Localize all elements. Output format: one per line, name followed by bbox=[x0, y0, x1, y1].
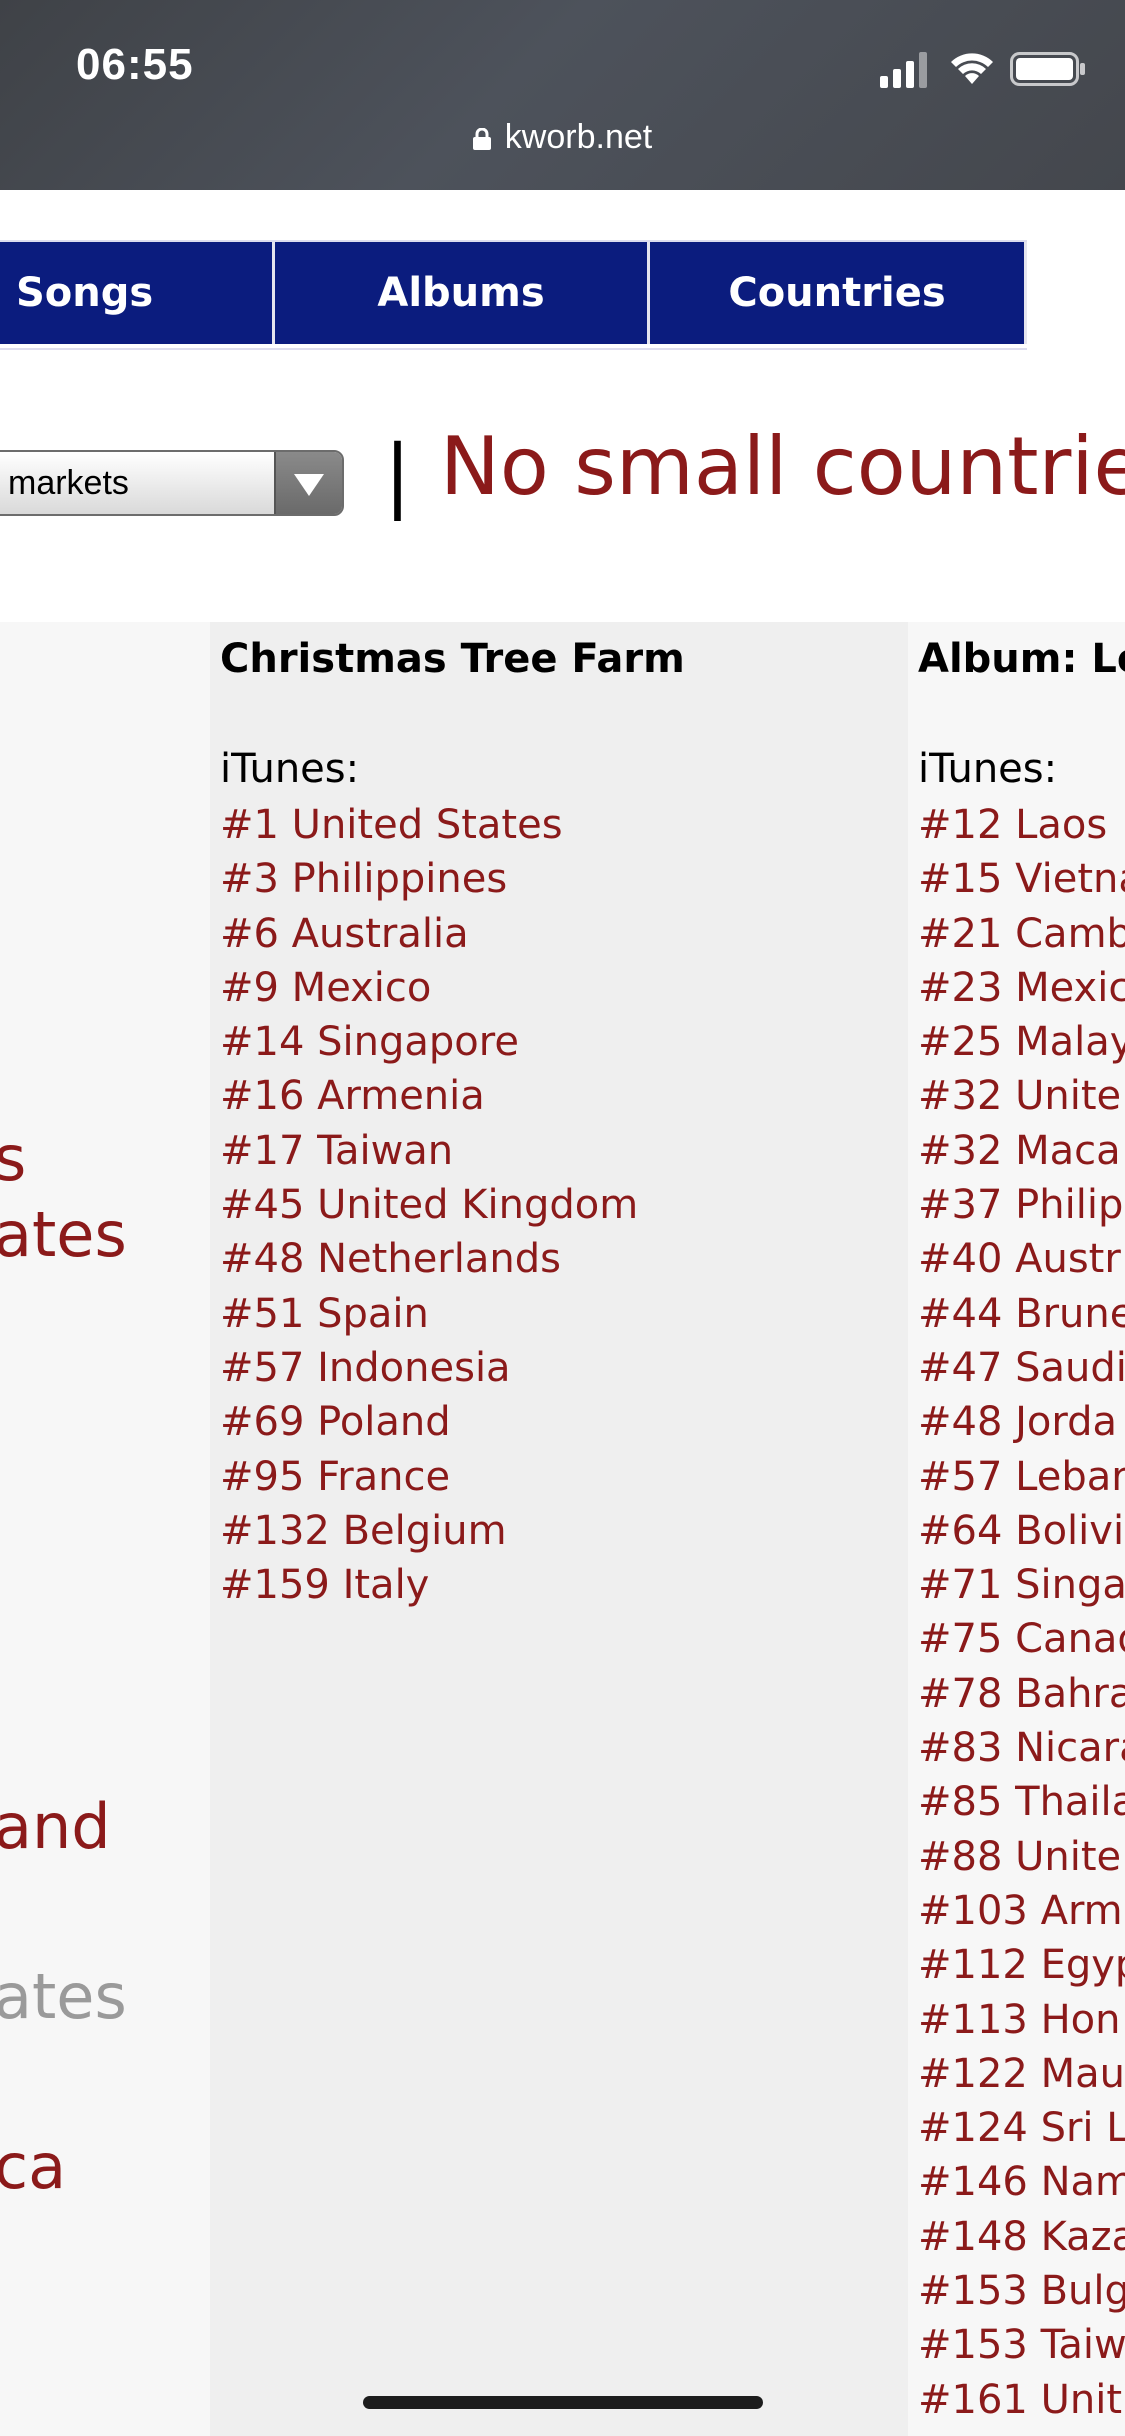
chart-entry-link[interactable]: #32 Maca bbox=[918, 1124, 1125, 1178]
no-small-countries-link[interactable]: No small countrie bbox=[440, 420, 1125, 513]
chart-entry-link[interactable]: #146 Nam bbox=[918, 2155, 1125, 2209]
chart-entry-link[interactable]: #75 Canad bbox=[918, 1612, 1125, 1666]
market-select-value: markets bbox=[8, 464, 129, 502]
chart-entry-link[interactable]: #47 Saudi bbox=[918, 1341, 1125, 1395]
album-column: Album: Lo iTunes: #12 Laos #15 Vietna #21 … bbox=[908, 622, 1125, 2436]
chart-entry-link[interactable]: #122 Mau bbox=[918, 2047, 1125, 2101]
chart-entry-link[interactable]: #48 Jorda bbox=[918, 1395, 1125, 1449]
chart-entry-link[interactable]: #12 Laos bbox=[918, 798, 1125, 852]
tab-albums-label: Albums bbox=[377, 270, 545, 316]
chart-entry-link[interactable]: #78 Bahra bbox=[918, 1667, 1125, 1721]
song-column: Christmas Tree Farm iTunes: #1 United St… bbox=[210, 622, 908, 2436]
left-fragment[interactable]: and bbox=[0, 1790, 111, 1863]
separator: | bbox=[384, 428, 411, 521]
browser-status-bar: 06:55 kworb.net bbox=[0, 0, 1125, 190]
chart-entry-link[interactable]: #132 Belgium bbox=[220, 1504, 638, 1558]
chart-entry-link[interactable]: #112 Egyp bbox=[918, 1938, 1125, 1992]
chart-entry-link[interactable]: #16 Armenia bbox=[220, 1069, 638, 1123]
previous-column: s ates and ates ca bbox=[0, 622, 210, 2436]
chart-entry-link[interactable]: #103 Arm bbox=[918, 1884, 1125, 1938]
home-indicator[interactable] bbox=[363, 2396, 763, 2409]
tab-albums[interactable]: Albums bbox=[275, 242, 650, 344]
album-title: Album: Lo bbox=[918, 636, 1125, 682]
chart-entry-link[interactable]: #48 Netherlands bbox=[220, 1232, 638, 1286]
tab-songs[interactable]: Songs bbox=[0, 242, 275, 344]
chart-entry-link[interactable]: #57 Lebar bbox=[918, 1450, 1125, 1504]
tab-countries-label: Countries bbox=[728, 270, 946, 316]
chart-entry-link[interactable]: #37 Philip bbox=[918, 1178, 1125, 1232]
chart-entry-link[interactable]: #95 France bbox=[220, 1450, 638, 1504]
chart-entry-link[interactable]: #159 Italy bbox=[220, 1558, 638, 1612]
song-title: Christmas Tree Farm bbox=[220, 636, 685, 682]
chart-entry-link[interactable]: #3 Philippines bbox=[220, 852, 638, 906]
tab-countries[interactable]: Countries bbox=[650, 242, 1027, 344]
chart-entry-link[interactable]: #113 Hon bbox=[918, 1993, 1125, 2047]
status-time: 06:55 bbox=[76, 40, 194, 89]
chart-entry-link[interactable]: #40 Austr bbox=[918, 1232, 1125, 1286]
chart-entry-link[interactable]: #25 Malay bbox=[918, 1015, 1125, 1069]
battery-icon bbox=[1010, 52, 1085, 86]
chart-entry-link[interactable]: #1 United States bbox=[220, 798, 638, 852]
chart-entry-link[interactable]: #161 Unit bbox=[918, 2373, 1125, 2427]
dropdown-arrow-icon bbox=[274, 452, 342, 514]
chart-entry-link[interactable]: #124 Sri L bbox=[918, 2101, 1125, 2155]
chart-entry-link[interactable]: #69 Poland bbox=[220, 1395, 638, 1449]
chart-entry-link[interactable]: #57 Indonesia bbox=[220, 1341, 638, 1395]
lock-icon bbox=[472, 128, 491, 150]
song-chart-list: #1 United States #3 Philippines #6 Austral… bbox=[220, 798, 638, 1612]
wifi-icon bbox=[951, 53, 993, 84]
tab-songs-label: Songs bbox=[16, 270, 154, 316]
chart-entry-link[interactable]: #44 Brune bbox=[918, 1287, 1125, 1341]
chart-entry-link[interactable]: #85 Thaila bbox=[918, 1775, 1125, 1829]
chart-entry-link[interactable]: #6 Australia bbox=[220, 907, 638, 961]
left-fragment[interactable]: s bbox=[0, 1122, 26, 1195]
chart-entry-link[interactable]: #83 Nicara bbox=[918, 1721, 1125, 1775]
url-bar[interactable]: kworb.net bbox=[0, 118, 1125, 157]
chart-entry-link[interactable]: #64 Bolivi bbox=[918, 1504, 1125, 1558]
chart-entry-link[interactable]: #17 Taiwan bbox=[220, 1124, 638, 1178]
chart-entry-link[interactable]: #32 Unite bbox=[918, 1069, 1125, 1123]
chart-entry-link[interactable]: #9 Mexico bbox=[220, 961, 638, 1015]
left-fragment: ates bbox=[0, 1960, 127, 2033]
chart-entry-link[interactable]: #14 Singapore bbox=[220, 1015, 638, 1069]
album-chart-list: #12 Laos #15 Vietna #21 Camb #23 Mexic #25 M… bbox=[918, 798, 1125, 2427]
chart-entry-link[interactable]: #153 Bulg bbox=[918, 2264, 1125, 2318]
chart-entry-link[interactable]: #153 Taiw bbox=[918, 2318, 1125, 2372]
chart-entry-link[interactable]: #148 Kaza bbox=[918, 2210, 1125, 2264]
chart-entry-link[interactable]: #45 United Kingdom bbox=[220, 1178, 638, 1232]
chart-entry-link[interactable]: #88 Unite bbox=[918, 1830, 1125, 1884]
chart-entry-link[interactable]: #15 Vietna bbox=[918, 852, 1125, 906]
url-text: kworb.net bbox=[504, 118, 653, 156]
market-select[interactable]: markets bbox=[0, 450, 344, 516]
chart-entry-link[interactable]: #71 Singa bbox=[918, 1558, 1125, 1612]
cellular-signal-icon bbox=[880, 52, 927, 88]
main-nav: Songs Albums Countries bbox=[0, 240, 1027, 350]
left-fragment[interactable]: ates bbox=[0, 1198, 127, 1271]
store-label: iTunes: bbox=[220, 746, 360, 792]
left-fragment[interactable]: ca bbox=[0, 2130, 66, 2203]
chart-entry-link[interactable]: #51 Spain bbox=[220, 1287, 638, 1341]
chart-entry-link[interactable]: #21 Camb bbox=[918, 907, 1125, 961]
store-label: iTunes: bbox=[918, 746, 1058, 792]
chart-entry-link[interactable]: #23 Mexic bbox=[918, 961, 1125, 1015]
